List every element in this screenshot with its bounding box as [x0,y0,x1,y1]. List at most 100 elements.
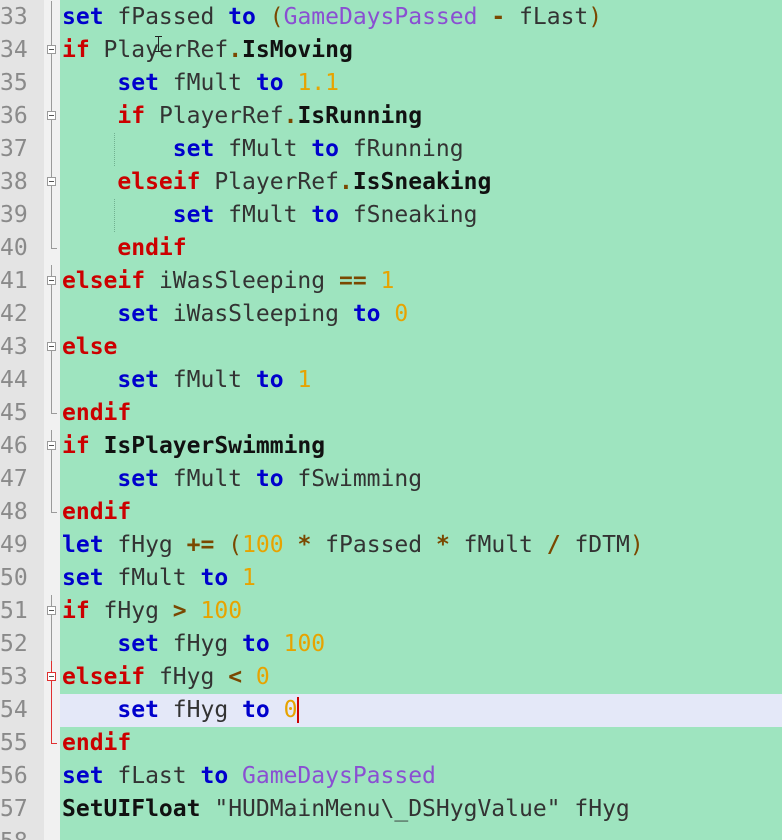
code-line[interactable]: 55 endif [0,727,782,760]
token-ident: fMult [103,565,201,591]
code-line[interactable]: 51 if fHyg > 100 [0,595,782,628]
code-line[interactable]: 44 set fMult to 1 [0,364,782,397]
fold-marker [44,364,60,397]
token-kw-blue: set [117,466,159,492]
token-num: 1.1 [297,70,339,96]
code-text[interactable]: let fHyg += (100 * fPassed * fMult / fDT… [60,529,782,562]
code-text[interactable] [60,826,782,840]
fold-toggle-icon[interactable] [44,34,60,67]
code-text[interactable]: endif [60,232,782,265]
token-ident [187,598,201,624]
code-line[interactable]: 38 elseif PlayerRef.IsSneaking [0,166,782,199]
code-text[interactable]: set fMult to fSwimming [60,463,782,496]
line-number: 43 [0,334,28,360]
code-text[interactable]: set fMult to 1.1 [60,67,782,100]
fold-toggle-icon[interactable] [44,265,60,298]
code-text[interactable]: elseif PlayerRef.IsSneaking [60,166,782,199]
code-text[interactable]: elseif iWasSleeping == 1 [60,265,782,298]
code-text[interactable]: endif [60,727,782,760]
token-kw-blue: set [117,70,159,96]
token-kw-blue: to [255,367,284,393]
code-text[interactable]: set fMult to fSneaking [60,199,782,232]
code-text[interactable]: set fMult to 1 [60,364,782,397]
code-text[interactable]: if PlayerRef.IsMoving [60,34,782,67]
token-ident [256,4,270,30]
token-kw-blue: to [228,4,256,30]
fold-toggle-icon[interactable] [44,166,60,199]
token-kw-red: elseif [117,169,201,195]
code-line[interactable]: 57 SetUIFloat "HUDMainMenu\_DSHygValue" f… [0,793,782,826]
fold-toggle-icon[interactable] [44,595,60,628]
token-ident: fHyg [158,631,243,657]
code-line[interactable]: 48 endif [0,496,782,529]
code-text[interactable]: else [60,331,782,364]
line-number: 33 [0,4,28,30]
code-line[interactable]: 42 set iWasSleeping to 0 [0,298,782,331]
code-line[interactable]: 56 set fLast to GameDaysPassed [0,760,782,793]
token-ident: fMult [214,202,312,228]
code-text[interactable]: SetUIFloat "HUDMainMenu\_DSHygValue" fHy… [60,793,782,826]
code-line[interactable]: 35 set fMult to 1.1 [0,67,782,100]
token-num: 0 [283,697,298,723]
code-line[interactable]: 54 set fHyg to 0 [0,694,782,727]
code-line[interactable]: 39 set fMult to fSneaking [0,199,782,232]
token-op: - [491,4,506,30]
token-op: += [186,532,215,558]
fold-toggle-icon[interactable] [44,331,60,364]
token-ident [284,70,298,96]
code-line[interactable]: 43 else [0,331,782,364]
code-text[interactable]: if fHyg > 100 [60,595,782,628]
token-kw-red: if [117,103,146,129]
fold-marker [44,694,60,727]
code-line[interactable]: 33 set fPassed to (GameDaysPassed - fLast… [0,1,782,34]
token-kw-blue: let [62,532,104,558]
token-op: . [283,103,298,129]
fold-toggle-icon[interactable] [44,661,60,694]
token-ident: fMult [158,466,256,492]
code-line[interactable]: 50 set fMult to 1 [0,562,782,595]
code-text[interactable]: set fLast to GameDaysPassed [60,760,782,793]
fold-marker [44,1,60,34]
token-func: IsMoving [242,37,353,63]
code-line[interactable]: 49 let fHyg += (100 * fPassed * fMult / f… [0,529,782,562]
code-text[interactable]: set fMult to fRunning [60,133,782,166]
line-number: 34 [0,37,28,63]
token-num: 1 [242,565,256,591]
code-text[interactable]: set iWasSleeping to 0 [60,298,782,331]
code-editor[interactable]: 33 set fPassed to (GameDaysPassed - fLast… [0,0,782,840]
token-ident: PlayerRef [200,169,339,195]
code-line[interactable]: 52 set fHyg to 100 [0,628,782,661]
fold-marker [44,463,60,496]
code-text[interactable]: endif [60,496,782,529]
token-ident: fMult [449,532,547,558]
code-text[interactable]: set fMult to 1 [60,562,782,595]
token-ident: iWasSleeping [158,301,353,327]
line-number: 50 [0,565,28,591]
token-kw-red: endif [62,499,132,525]
token-purple: GameDaysPassed [242,763,436,789]
token-num: 100 [200,598,243,624]
code-line[interactable]: 53 elseif fHyg < 0 [0,661,782,694]
token-ident: fMult [214,136,312,162]
code-line[interactable]: 58 [0,826,782,840]
code-line[interactable]: 41 elseif iWasSleeping == 1 [0,265,782,298]
code-line[interactable]: 37 set fMult to fRunning [0,133,782,166]
code-text[interactable]: set fHyg to 100 [60,628,782,661]
fold-toggle-icon[interactable] [44,100,60,133]
line-number: 51 [0,598,28,624]
code-text[interactable]: set fHyg to 0 [60,694,782,727]
token-kw-blue: to [311,202,339,228]
code-line[interactable]: 45 endif [0,397,782,430]
code-line[interactable]: 46 if IsPlayerSwimming [0,430,782,463]
code-line[interactable]: 36 if PlayerRef.IsRunning [0,100,782,133]
code-text[interactable]: if IsPlayerSwimming [60,430,782,463]
code-text[interactable]: endif [60,397,782,430]
fold-toggle-icon[interactable] [44,430,60,463]
code-text[interactable]: elseif fHyg < 0 [60,661,782,694]
code-line[interactable]: 34 if PlayerRef.IsMoving [0,34,782,67]
code-text[interactable]: if PlayerRef.IsRunning [60,100,782,133]
code-line[interactable]: 47 set fMult to fSwimming [0,463,782,496]
token-ident: fHyg [103,532,187,558]
code-line[interactable]: 40 endif [0,232,782,265]
code-text[interactable]: set fPassed to (GameDaysPassed - fLast) [60,1,782,34]
